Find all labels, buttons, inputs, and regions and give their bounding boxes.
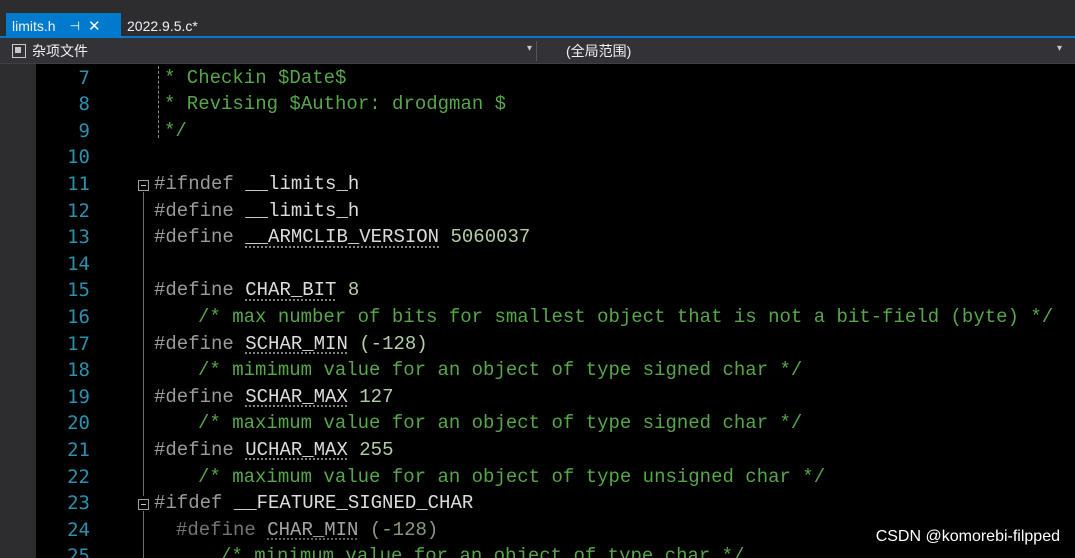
code-line[interactable]: #define SCHAR_MIN (-128): [154, 331, 428, 358]
code-token: #define: [154, 279, 234, 302]
code-line[interactable]: #ifndef __limits_h: [154, 171, 359, 198]
close-icon[interactable]: ✕: [88, 17, 101, 35]
code-token: /* minimum value for an object of type c…: [220, 545, 745, 558]
code-token: UCHAR_MAX: [245, 438, 348, 461]
fold-region-line: [143, 192, 144, 496]
code-editor[interactable]: 7 8 9 10 11 12 13 14 15 16 17 18 19 20 21 22 23 24 25 * Ch…: [0, 64, 1075, 558]
code-area[interactable]: * Checkin $Date$ * Revising $Author: drod…: [98, 64, 1075, 558]
chevron-down-icon[interactable]: ▾: [1057, 43, 1062, 54]
line-number: 11: [67, 172, 90, 195]
code-token: __limits_h: [245, 172, 360, 195]
project-label: 杂项文件: [32, 43, 88, 59]
chevron-down-icon[interactable]: ▾: [527, 43, 532, 54]
selection-margin[interactable]: [0, 64, 36, 558]
line-number: 23: [67, 492, 90, 515]
code-line[interactable]: /* maximum value for an object of type s…: [198, 410, 802, 437]
code-line[interactable]: * Checkin $Date$: [164, 65, 346, 92]
collapse-icon[interactable]: [138, 499, 149, 510]
code-token: #define: [154, 385, 234, 408]
line-number-gutter: 7 8 9 10 11 12 13 14 15 16 17 18 19 20 21 22 23 24 25: [36, 64, 98, 558]
code-token: /* maximum value for an object of type s…: [198, 412, 803, 435]
code-token: /* maximum value for an object of type u…: [198, 465, 826, 488]
line-number: 12: [67, 199, 90, 222]
line-number: 8: [78, 93, 90, 116]
code-line[interactable]: /* maximum value for an object of type u…: [198, 464, 825, 491]
code-token: 255: [359, 438, 394, 461]
code-line[interactable]: /* minimum value for an object of type c…: [220, 543, 745, 558]
project-dropdown[interactable]: 杂项文件 ▾: [8, 41, 537, 61]
line-number: 20: [67, 412, 90, 435]
tab-2022-9-5-c[interactable]: 2022.9.5.c*: [121, 13, 231, 38]
code-token: /* mimimum value for an object of type s…: [198, 359, 803, 382]
code-token: * Checkin $Date$: [164, 66, 347, 89]
code-line[interactable]: #define __limits_h: [154, 198, 359, 225]
code-token: (-128): [359, 332, 428, 355]
line-number: 25: [67, 545, 90, 558]
code-token: 127: [359, 385, 394, 408]
line-number: 9: [78, 119, 90, 142]
code-token: CHAR_MIN: [267, 518, 359, 541]
code-token: * Revising $Author: drodgman $: [164, 93, 507, 116]
code-line[interactable]: /* mimimum value for an object of type s…: [198, 357, 802, 384]
code-token: SCHAR_MIN: [245, 332, 348, 355]
line-number: 7: [78, 66, 90, 89]
line-number: 22: [67, 465, 90, 488]
code-line[interactable]: #define SCHAR_MAX 127: [154, 384, 393, 411]
line-number: 24: [67, 518, 90, 541]
code-token: #define: [154, 438, 234, 461]
navigation-bar: 杂项文件 ▾ (全局范围) ▾: [0, 38, 1075, 64]
project-icon: [12, 44, 26, 58]
code-token: #define: [154, 332, 234, 355]
code-line[interactable]: #ifdef __FEATURE_SIGNED_CHAR: [154, 490, 473, 517]
line-number: 21: [67, 438, 90, 461]
tab-label: 2022.9.5.c*: [127, 17, 198, 34]
code-line[interactable]: * Revising $Author: drodgman $: [164, 91, 506, 118]
code-token: #define: [154, 199, 234, 222]
line-number: 19: [67, 385, 90, 408]
code-line[interactable]: #define CHAR_BIT 8: [154, 277, 359, 304]
line-number: 14: [67, 252, 90, 275]
tab-label: limits.h: [12, 17, 56, 34]
code-line[interactable]: #define UCHAR_MAX 255: [154, 437, 393, 464]
line-number: 10: [67, 146, 90, 169]
scope-dropdown[interactable]: (全局范围) ▾: [546, 41, 1066, 61]
watermark: CSDN @komorebi-filpped: [875, 528, 1060, 545]
code-token: CHAR_BIT: [245, 279, 337, 302]
line-number: 18: [67, 359, 90, 382]
code-token: #ifndef: [154, 172, 234, 195]
line-number: 17: [67, 332, 90, 355]
code-token: SCHAR_MAX: [245, 385, 348, 408]
code-token: __limits_h: [245, 199, 360, 222]
line-number: 13: [67, 226, 90, 249]
code-token: __ARMCLIB_VERSION: [245, 226, 440, 249]
code-token: #define: [176, 518, 256, 541]
code-token: */: [164, 119, 187, 142]
code-token: #define: [154, 226, 234, 249]
code-line[interactable]: /* max number of bits for smallest objec…: [198, 304, 1053, 331]
comment-fold-guide: [158, 66, 159, 138]
fold-region-line: [143, 511, 144, 558]
code-token: __FEATURE_SIGNED_CHAR: [233, 492, 474, 515]
code-token: 5060037: [450, 226, 531, 249]
code-token: 8: [347, 279, 360, 302]
pin-icon[interactable]: ⊣: [70, 19, 80, 33]
line-number: 16: [67, 305, 90, 328]
code-line[interactable]: */: [164, 118, 187, 145]
scope-label: (全局范围): [566, 43, 632, 59]
collapse-icon[interactable]: [138, 180, 149, 191]
code-token: (-128): [369, 518, 439, 541]
code-line[interactable]: #define __ARMCLIB_VERSION 5060037: [154, 224, 530, 251]
code-token: /* max number of bits for smallest objec…: [198, 305, 1054, 328]
tab-limits-h[interactable]: limits.h ⊣ ✕: [6, 13, 121, 38]
code-line[interactable]: #define CHAR_MIN (-128): [176, 517, 438, 544]
code-token: #ifdef: [154, 492, 223, 515]
line-number: 15: [67, 279, 90, 302]
document-tab-bar: limits.h ⊣ ✕ 2022.9.5.c*: [0, 0, 1075, 38]
